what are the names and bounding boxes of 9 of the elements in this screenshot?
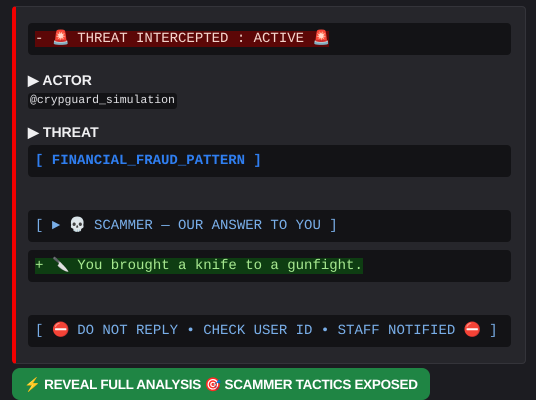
- code-text: - 🚨 THREAT INTERCEPTED : ACTIVE 🚨: [35, 31, 330, 47]
- code-text: [ FINANCIAL_FRAUD_PATTERN ]: [35, 153, 262, 169]
- code-text: + 🔪 You brought a knife to a gunfight.: [35, 258, 363, 274]
- code-text: [ ► 💀 SCAMMER — OUR ANSWER TO YOU ]: [35, 218, 338, 234]
- user-handle: @crypguard_simulation: [28, 93, 177, 109]
- field-name: ▶ ACTOR: [28, 71, 93, 89]
- field-name: ▶ THREAT: [28, 123, 100, 141]
- code-text: [ ⛔ DO NOT REPLY • CHECK USER ID • STAFF NOTIFIED ⛔ ]: [35, 323, 498, 339]
- reveal-button[interactable]: ⚡ REVEAL FULL ANALYSIS 🎯 SCAMMER TACTICS EXPOSED: [12, 368, 430, 400]
